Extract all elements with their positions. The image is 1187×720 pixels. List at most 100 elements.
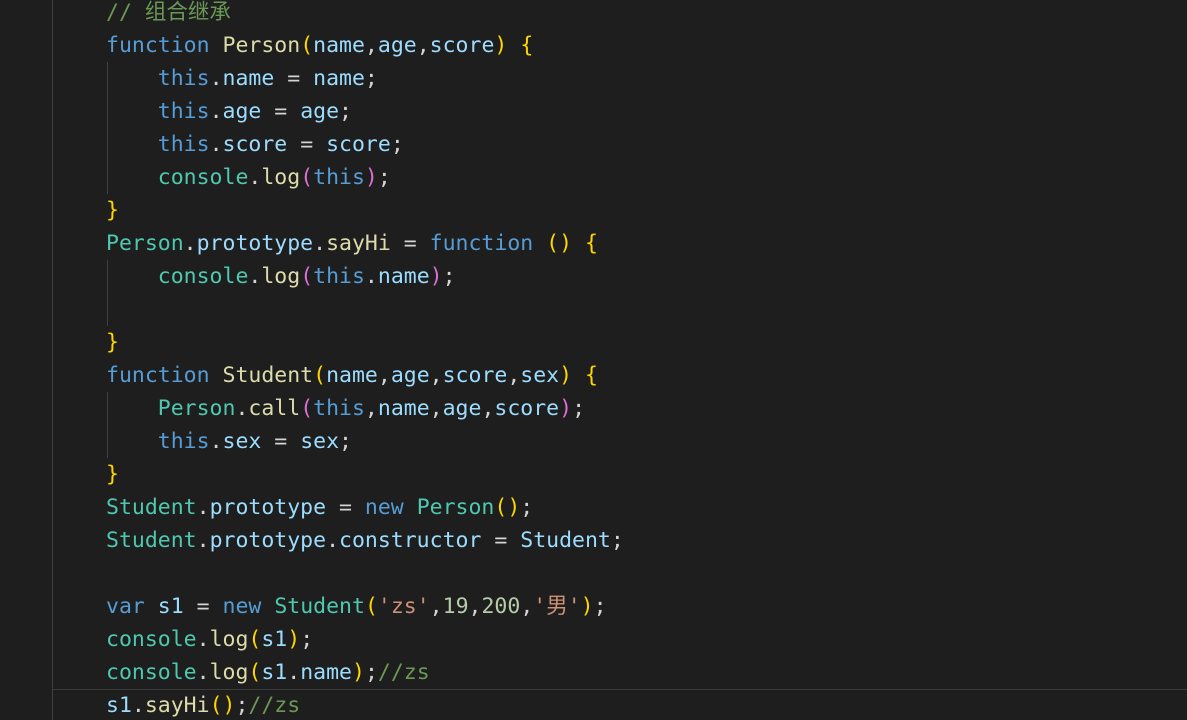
code-token: 19 — [442, 594, 469, 619]
code-token: ; — [390, 132, 404, 157]
code-token: this — [313, 165, 365, 190]
code-token: , — [364, 396, 378, 421]
code-token: . — [248, 264, 262, 289]
code-token: ) — [559, 396, 573, 421]
code-token: . — [209, 132, 223, 157]
code-line[interactable]: Person.call(this,name,age,score); — [106, 392, 585, 425]
code-token: ; — [339, 429, 352, 454]
code-token: . — [248, 165, 262, 190]
code-line[interactable]: } — [106, 458, 119, 491]
code-token: age — [300, 99, 340, 124]
code-token: ; — [377, 165, 391, 190]
code-token: , — [377, 363, 391, 388]
code-token: () — [494, 495, 521, 520]
code-token: this — [313, 396, 365, 421]
code-line[interactable]: console.log(this); — [106, 161, 391, 194]
code-line[interactable]: this.sex = sex; — [106, 425, 352, 458]
code-token: . — [209, 66, 223, 91]
code-editor[interactable]: // 组合继承 function Person ( name, age, score) {… — [0, 0, 1187, 720]
code-line[interactable]: var s1 = new Student('zs',19,200,'男'); — [106, 590, 607, 623]
code-token: ) — [287, 627, 301, 652]
code-token: age — [222, 99, 262, 124]
code-token: this — [313, 264, 365, 289]
code-line[interactable]: function Student(name,age,score,sex) { — [106, 359, 598, 392]
code-token: . — [313, 231, 327, 256]
code-line[interactable]: function Person(name,age,score) { — [106, 29, 533, 62]
code-token: function — [106, 33, 210, 58]
code-token: ( — [248, 660, 262, 685]
code-line[interactable]: s1.sayHi();//zs — [106, 689, 300, 720]
code-line[interactable]: this.score = score; — [106, 128, 404, 161]
code-token: ; — [610, 528, 624, 553]
indent-guide-outer — [52, 0, 53, 720]
code-token: sex — [300, 429, 340, 454]
code-token: . — [364, 264, 378, 289]
code-token: new — [364, 495, 404, 520]
code-token: . — [131, 693, 145, 718]
code-token: ( — [248, 627, 262, 652]
code-token: { — [520, 33, 534, 58]
code-token: { — [585, 363, 598, 388]
code-token: = — [261, 429, 301, 454]
code-token: } — [106, 462, 119, 487]
code-token: //zs — [248, 693, 301, 718]
code-token: Person — [157, 396, 236, 421]
code-token: s1 — [261, 660, 288, 685]
code-token: Student — [106, 495, 197, 520]
code-line[interactable]: } — [106, 326, 119, 359]
code-line[interactable]: console.log(s1.name);//zs — [106, 656, 430, 689]
code-token: = — [287, 132, 327, 157]
code-token: this — [157, 132, 210, 157]
code-token: . — [209, 99, 223, 124]
code-line[interactable]: console.log(s1); — [106, 623, 313, 656]
code-token: console — [106, 627, 197, 652]
code-token: ) — [559, 363, 573, 388]
code-token: ( — [364, 594, 378, 619]
code-token: = — [274, 66, 314, 91]
code-token: log — [261, 264, 301, 289]
code-token: sex — [222, 429, 262, 454]
code-token: , — [429, 594, 443, 619]
code-line[interactable]: Student.prototype.constructor = Student; — [106, 524, 624, 557]
code-token: log — [209, 627, 249, 652]
code-line[interactable]: Person.prototype.sayHi = function () { — [106, 227, 598, 260]
code-line[interactable]: console.log(this.name); — [106, 260, 456, 293]
code-token: prototype — [196, 231, 314, 256]
code-token: score — [494, 396, 560, 421]
code-token: var — [106, 594, 145, 619]
code-token: name — [326, 363, 378, 388]
code-token: console — [106, 660, 197, 685]
code-token: . — [196, 660, 210, 685]
code-token: Student — [274, 594, 365, 619]
code-token: , — [364, 33, 378, 58]
code-line[interactable]: } — [106, 194, 119, 227]
code-token: score — [429, 33, 495, 58]
code-token: ; — [520, 495, 534, 520]
code-token: name — [377, 264, 430, 289]
code-token: ; — [300, 627, 314, 652]
code-line[interactable]: this.name = name; — [106, 62, 378, 95]
code-token: . — [196, 627, 210, 652]
code-token: call — [248, 396, 301, 421]
code-token: 'zs' — [377, 594, 430, 619]
code-token: . — [235, 396, 249, 421]
code-token: constructor — [339, 528, 482, 553]
code-token: '男' — [533, 594, 581, 619]
code-line[interactable]: this.age = age; — [106, 95, 352, 128]
code-token: //zs — [377, 660, 430, 685]
code-token: ; — [442, 264, 456, 289]
code-token: ; — [339, 99, 352, 124]
code-line[interactable]: Student.prototype = new Person(); — [106, 491, 533, 524]
code-token: ; — [572, 396, 586, 421]
code-line[interactable]: // 组合继承 — [106, 0, 231, 29]
code-token: age — [442, 396, 482, 421]
code-token: this — [157, 429, 210, 454]
code-token: , — [520, 594, 534, 619]
code-token: . — [196, 528, 210, 553]
code-token: , — [429, 363, 443, 388]
